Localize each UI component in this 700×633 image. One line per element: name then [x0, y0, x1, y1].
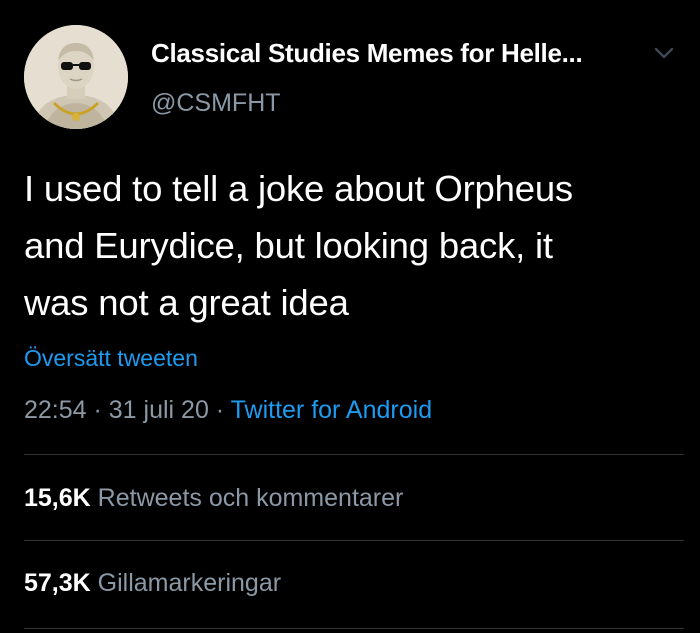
- display-name[interactable]: Classical Studies Memes for Helle...: [151, 38, 583, 69]
- tweet-text-line: I used to tell a joke about Orpheus: [24, 168, 573, 209]
- avatar[interactable]: [24, 25, 128, 129]
- bust-with-sunglasses-icon: [24, 25, 128, 129]
- retweets-count: 15,6K: [24, 484, 91, 512]
- divider: [24, 628, 684, 629]
- translate-tweet-link[interactable]: Översätt tweeten: [24, 345, 198, 372]
- meta-separator: ·: [86, 396, 109, 424]
- likes-count: 57,3K: [24, 569, 91, 597]
- tweet-time[interactable]: 22:54: [24, 396, 87, 424]
- divider: [24, 540, 684, 541]
- tweet-text-line: and Eurydice, but looking back, it: [24, 225, 553, 266]
- retweets-stat[interactable]: 15,6K Retweets och kommentarer: [24, 484, 403, 513]
- divider: [24, 454, 684, 455]
- chevron-down-icon[interactable]: [651, 40, 677, 66]
- likes-stat[interactable]: 57,3K Gillamarkeringar: [24, 569, 281, 598]
- meta-separator: ·: [208, 396, 231, 424]
- likes-label: Gillamarkeringar: [97, 569, 282, 597]
- tweet-detail: Classical Studies Memes for Helle... @CS…: [0, 0, 700, 633]
- retweets-label: Retweets och kommentarer: [97, 484, 404, 512]
- tweet-meta: 22:54 · 31 juli 20 · Twitter for Android: [24, 396, 432, 425]
- tweet-text-line: was not a great idea: [24, 282, 349, 323]
- tweet-text: I used to tell a joke about Orpheus and …: [24, 160, 684, 331]
- tweet-source-link[interactable]: Twitter for Android: [231, 396, 432, 424]
- tweet-date[interactable]: 31 juli 20: [109, 396, 209, 424]
- user-handle[interactable]: @CSMFHT: [151, 89, 281, 118]
